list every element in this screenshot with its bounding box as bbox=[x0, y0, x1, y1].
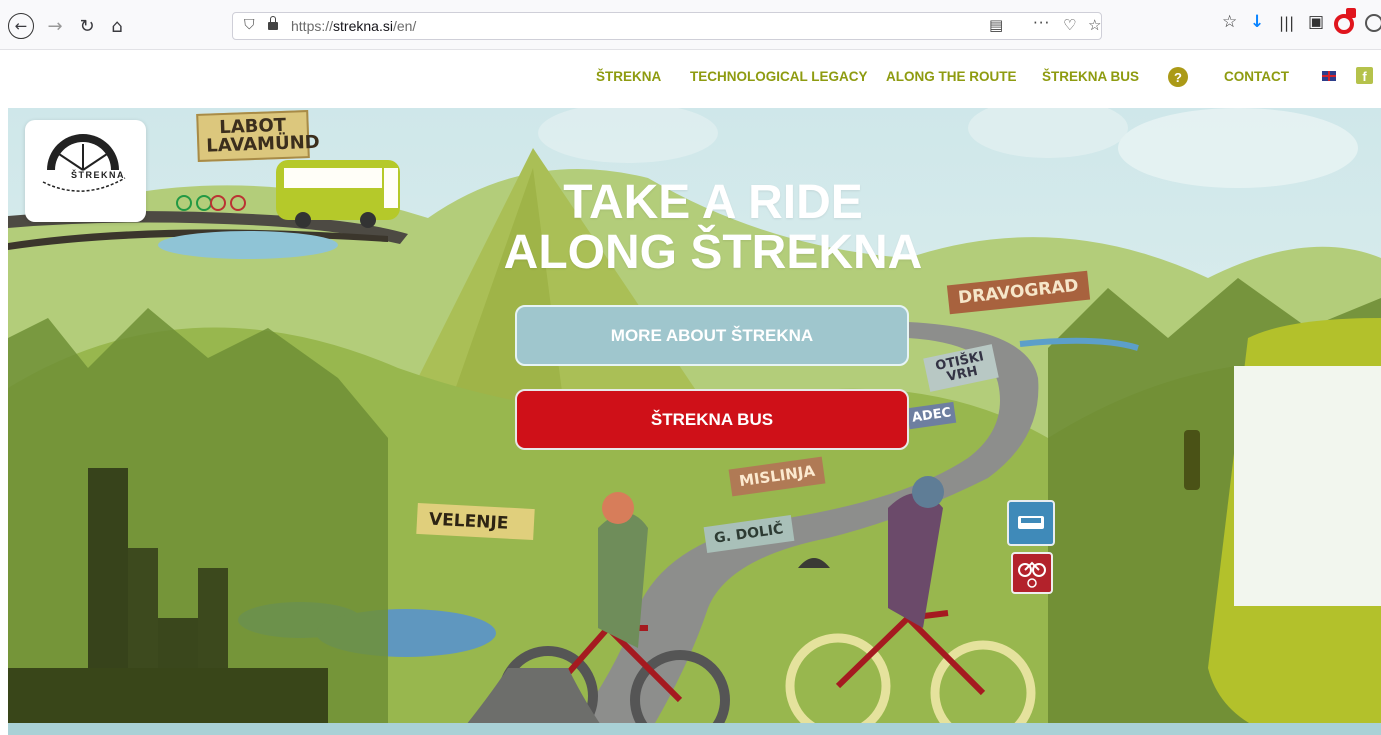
help-icon[interactable]: ? bbox=[1168, 67, 1188, 87]
bookmark-star-icon[interactable]: ☆ bbox=[1088, 16, 1101, 34]
address-bar[interactable]: ⛉ https://strekna.si/en/ ▤ ··· ♡ ☆ bbox=[232, 12, 1102, 40]
nav-contact[interactable]: CONTACT bbox=[1224, 69, 1289, 84]
library-icon[interactable]: ||| bbox=[1279, 14, 1294, 32]
nav-along-the-route[interactable]: ALONG THE ROUTE bbox=[886, 69, 1017, 84]
sign-velenje: VELENJE bbox=[416, 502, 536, 541]
lock-icon[interactable] bbox=[268, 16, 278, 30]
account-icon[interactable] bbox=[1365, 14, 1381, 32]
nav-technological-legacy[interactable]: TECHNOLOGICAL LEGACY bbox=[690, 69, 868, 84]
nav-strekna-bus[interactable]: ŠTREKNA BUS bbox=[1042, 69, 1139, 84]
reader-view-icon[interactable]: ▤ bbox=[989, 16, 1003, 34]
flag-uk-icon[interactable] bbox=[1322, 71, 1336, 81]
logo-text: ŠTREKNA bbox=[71, 170, 126, 180]
main-nav: ŠTREKNA TECHNOLOGICAL LEGACY ALONG THE R… bbox=[8, 50, 1381, 108]
site-logo[interactable]: ŠTREKNA bbox=[25, 120, 146, 222]
nav-strekna[interactable]: ŠTREKNA bbox=[596, 69, 661, 84]
reload-icon[interactable]: ↻ bbox=[74, 13, 100, 39]
download-icon[interactable]: ↓ bbox=[1250, 12, 1264, 32]
more-actions-icon[interactable]: ··· bbox=[1033, 14, 1050, 32]
opera-badge bbox=[1346, 8, 1356, 18]
pocket-icon[interactable]: ♡ bbox=[1063, 16, 1076, 34]
hero-banner: ŠTREKNA LABOT LAVAMÜND DRAVOGRAD OTIŠKI VR… bbox=[8, 108, 1381, 735]
url-text[interactable]: https://strekna.si/en/ bbox=[291, 18, 416, 34]
hero-title-line-1: TAKE A RIDE bbox=[563, 176, 863, 229]
hero-title: TAKE A RIDE ALONG ŠTREKNA bbox=[448, 178, 978, 278]
bookmarks-menu-icon[interactable]: ☆ bbox=[1222, 12, 1237, 32]
home-icon[interactable]: ⌂ bbox=[104, 13, 130, 39]
sign-labot-lavamund: LABOT LAVAMÜND bbox=[196, 110, 320, 162]
sidebar-icon[interactable]: ▣ bbox=[1308, 12, 1324, 32]
browser-toolbar: ← → ↻ ⌂ ⛉ https://strekna.si/en/ ▤ ··· ♡… bbox=[0, 0, 1381, 50]
back-icon[interactable]: ← bbox=[8, 13, 34, 39]
hero-bottom-strip bbox=[8, 723, 1381, 735]
hero-title-line-2: ALONG ŠTREKNA bbox=[503, 226, 923, 279]
more-about-strekna-button[interactable]: MORE ABOUT ŠTREKNA bbox=[515, 305, 909, 366]
facebook-icon[interactable]: f bbox=[1356, 67, 1373, 84]
strekna-bus-button[interactable]: ŠTREKNA BUS bbox=[515, 389, 909, 450]
site-header: ŠTREKNA TECHNOLOGICAL LEGACY ALONG THE R… bbox=[8, 50, 1381, 108]
forward-icon[interactable]: → bbox=[42, 13, 68, 39]
shield-icon[interactable]: ⛉ bbox=[244, 17, 255, 33]
bus-stop-sign-icon bbox=[1007, 500, 1055, 546]
bicycle-sign-icon bbox=[1011, 552, 1053, 594]
